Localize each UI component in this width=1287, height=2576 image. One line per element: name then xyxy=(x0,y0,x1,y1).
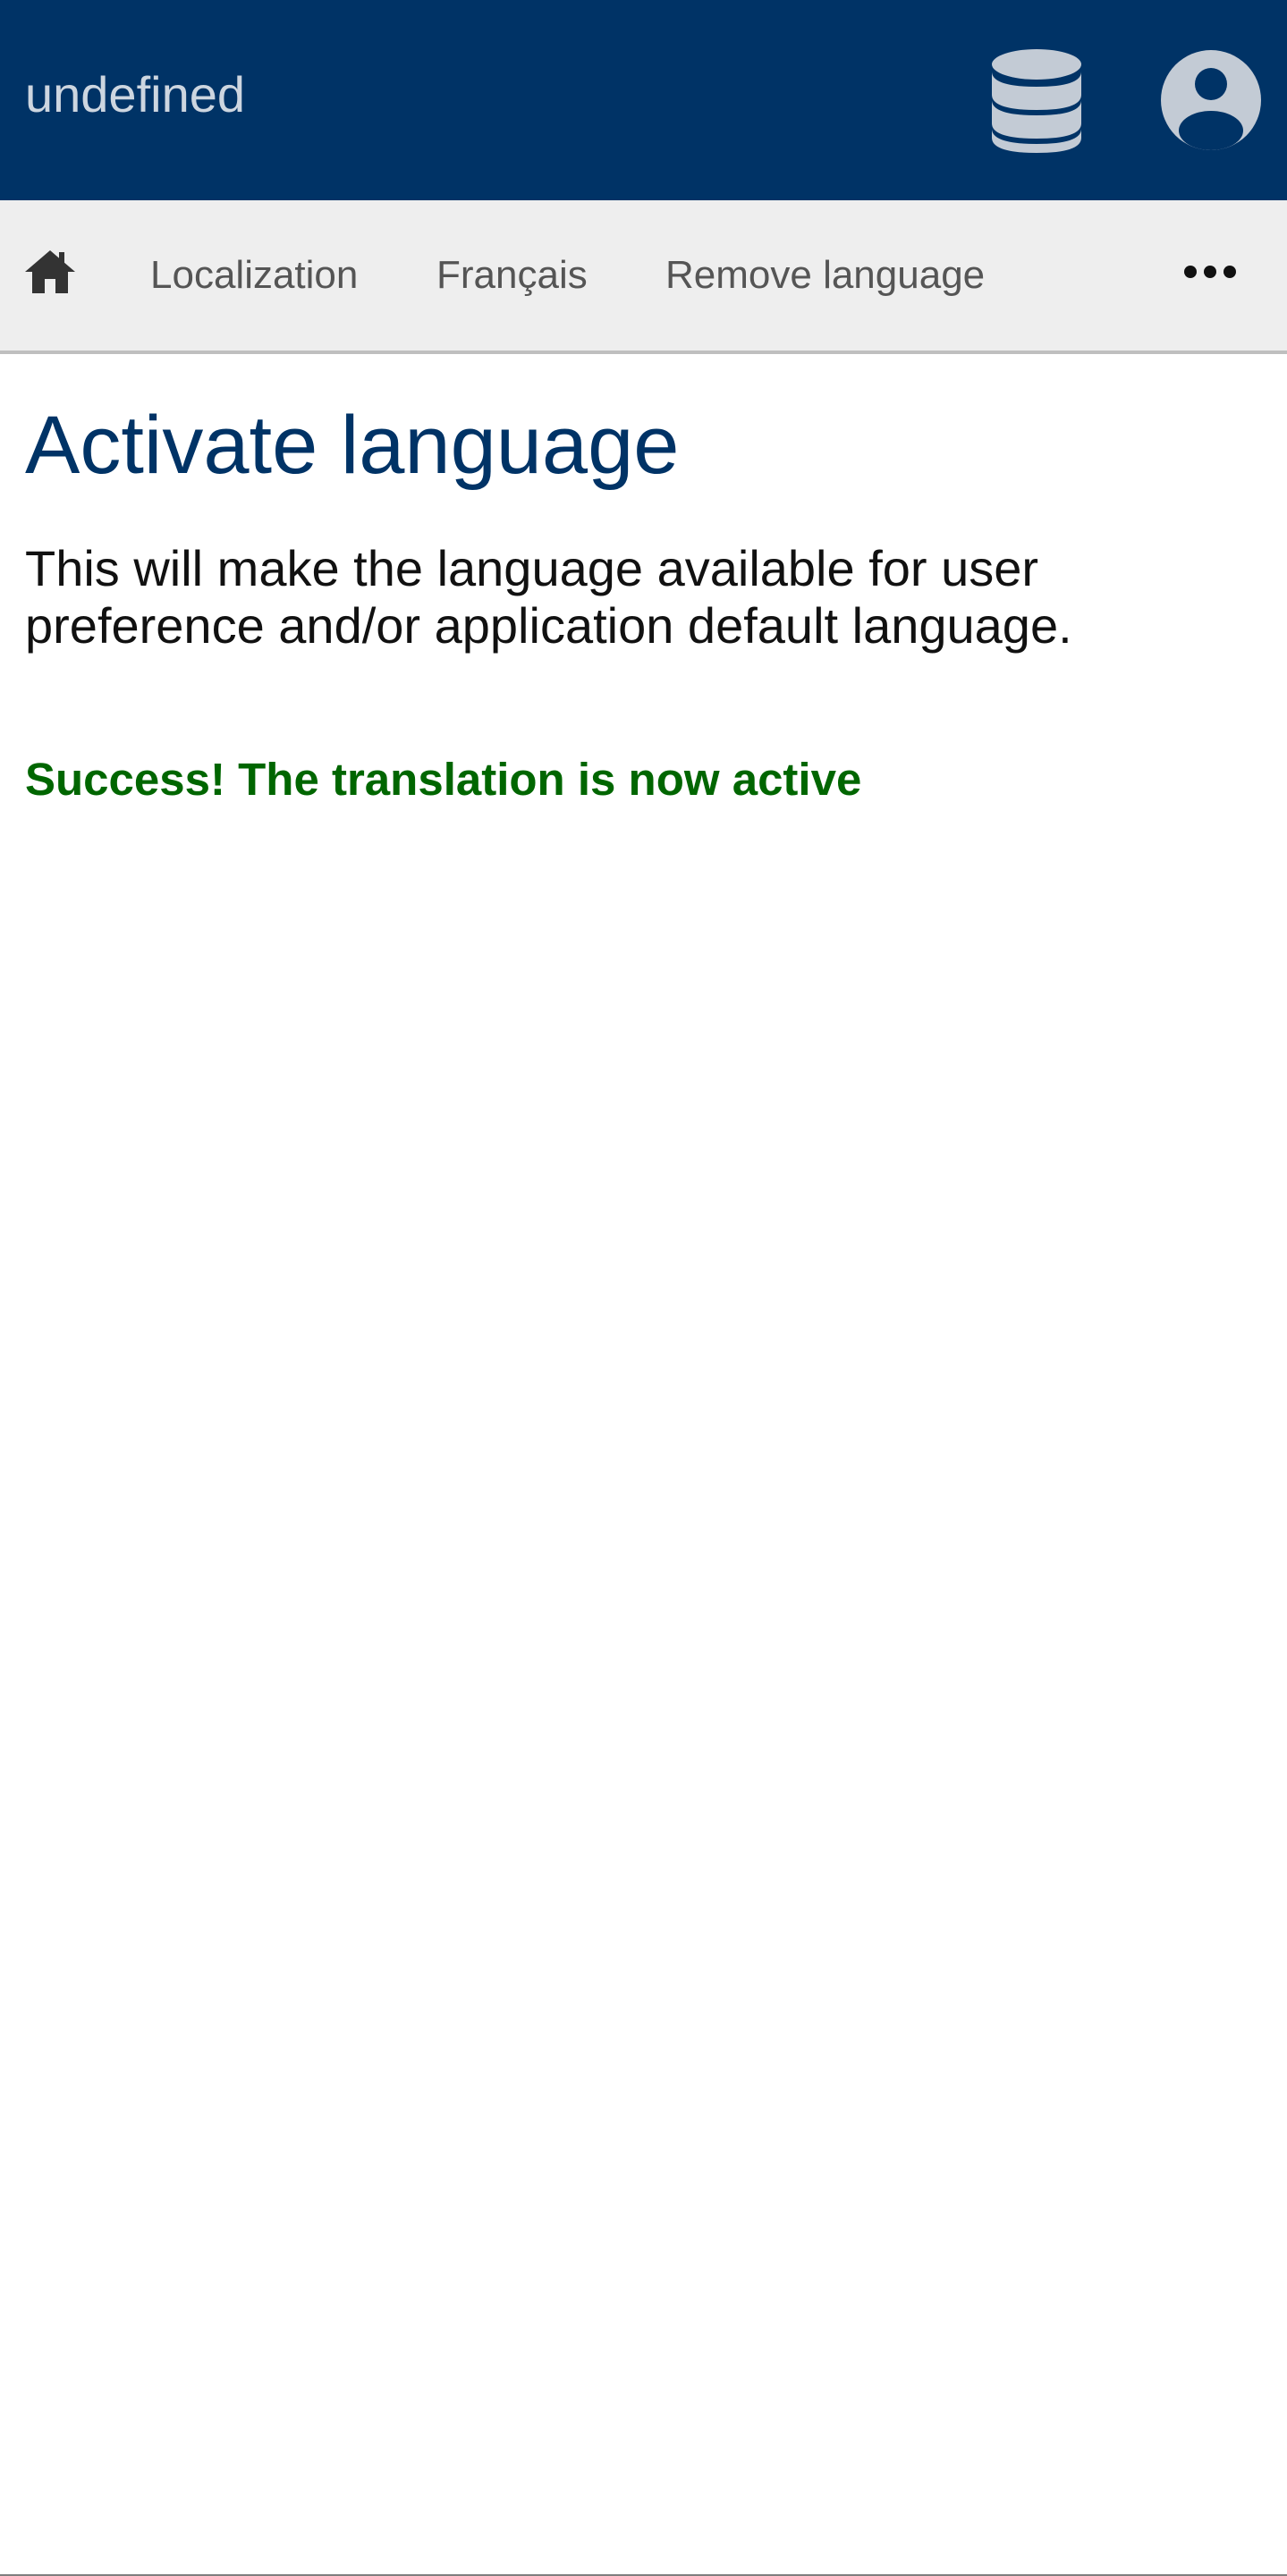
nav-link-localization[interactable]: Localization xyxy=(150,252,358,299)
breadcrumb-navbar: Localization Français Remove language xyxy=(0,200,1287,354)
page-description: This will make the language available fo… xyxy=(25,540,1072,654)
user-circle-icon[interactable] xyxy=(1159,48,1263,152)
page-title: Activate language xyxy=(25,400,680,491)
ellipsis-icon[interactable] xyxy=(1182,254,1238,290)
home-icon[interactable] xyxy=(23,245,77,299)
nav-link-francais[interactable]: Français xyxy=(436,252,588,299)
database-icon[interactable] xyxy=(989,46,1084,154)
success-message: Success! The translation is now active xyxy=(25,754,862,805)
app-title: undefined xyxy=(25,66,246,122)
nav-link-remove-language[interactable]: Remove language xyxy=(665,252,985,299)
top-header: undefined xyxy=(0,0,1287,200)
